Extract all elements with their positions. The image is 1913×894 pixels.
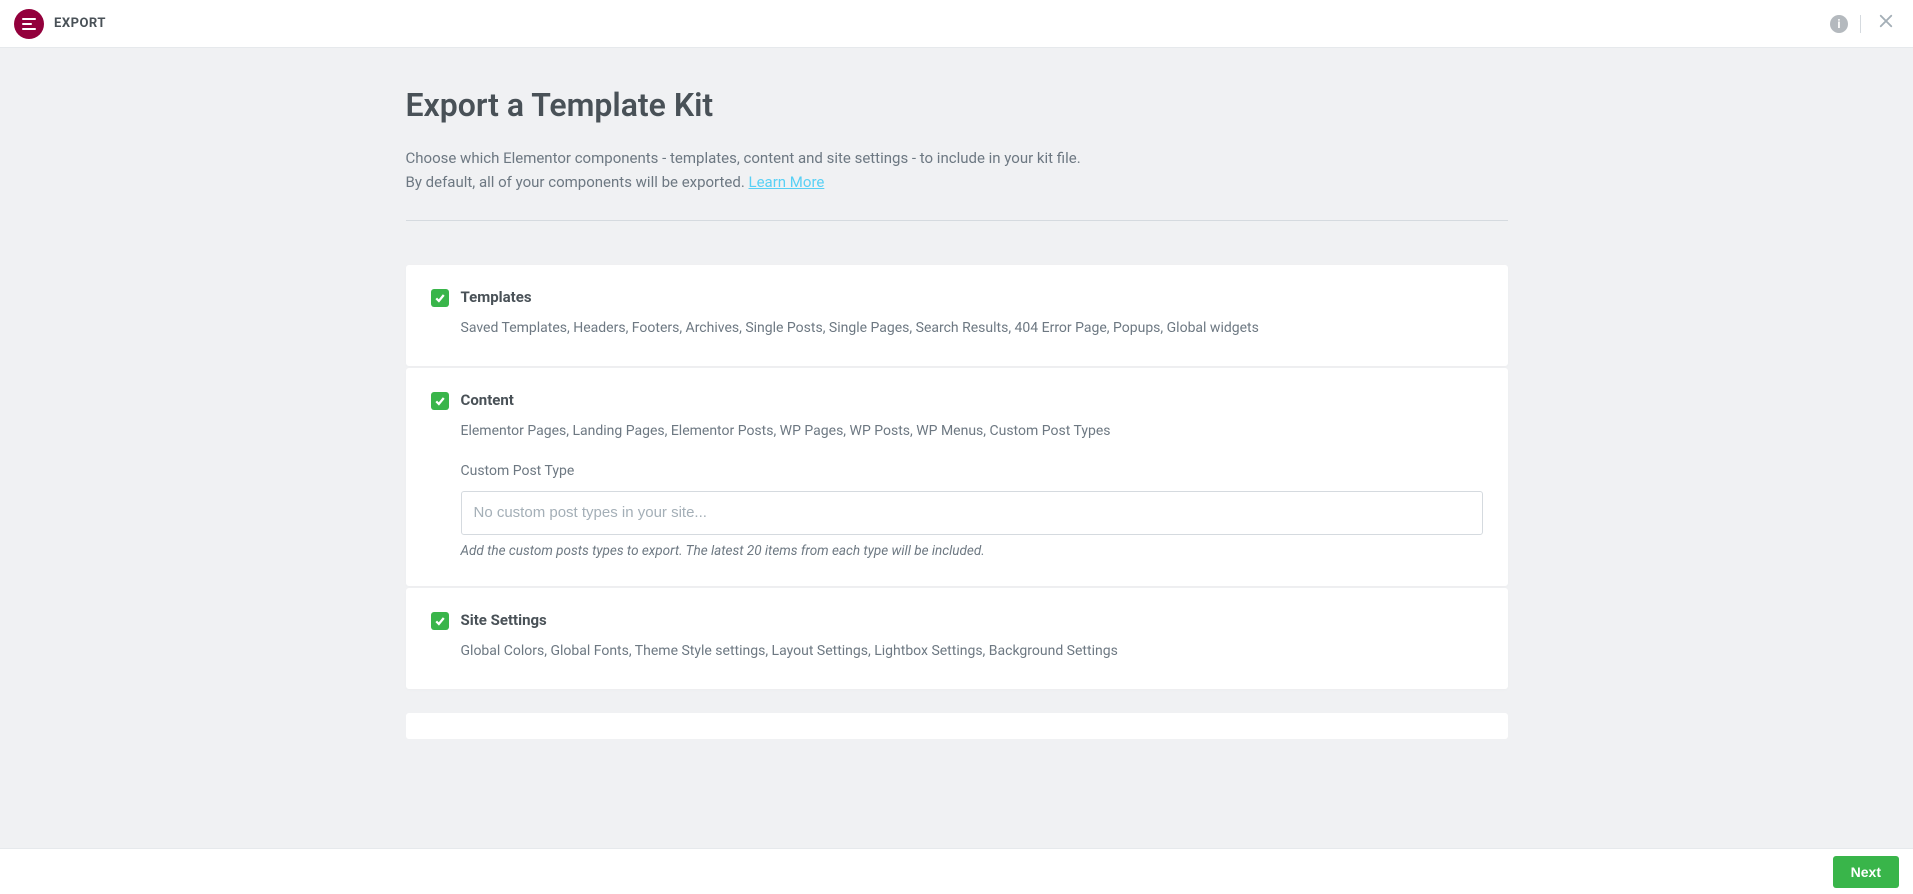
close-icon[interactable] bbox=[1873, 12, 1899, 35]
site-settings-title: Site Settings bbox=[461, 611, 547, 629]
cpt-input[interactable] bbox=[461, 491, 1483, 535]
topbar-divider bbox=[1860, 15, 1861, 33]
next-button[interactable]: Next bbox=[1833, 856, 1899, 888]
site-settings-description: Global Colors, Global Fonts, Theme Style… bbox=[461, 640, 1483, 662]
info-icon[interactable]: i bbox=[1830, 15, 1848, 33]
site-settings-checkbox[interactable] bbox=[431, 612, 449, 630]
topbar: EXPORT i bbox=[0, 0, 1913, 48]
content-description: Elementor Pages, Landing Pages, Elemento… bbox=[461, 420, 1483, 442]
check-icon bbox=[434, 615, 446, 627]
section-site-settings: Site Settings Global Colors, Global Font… bbox=[406, 588, 1508, 689]
templates-description: Saved Templates, Headers, Footers, Archi… bbox=[461, 317, 1483, 339]
footer-bar: Next bbox=[0, 848, 1913, 894]
page-title: Export a Template Kit bbox=[406, 86, 1508, 124]
content-title: Content bbox=[461, 391, 514, 409]
section-site-settings-header: Site Settings bbox=[431, 611, 1483, 630]
check-icon bbox=[434, 395, 446, 407]
main-viewport[interactable]: Export a Template Kit Choose which Eleme… bbox=[0, 48, 1913, 848]
app-label: EXPORT bbox=[54, 16, 106, 31]
app-logo bbox=[14, 9, 44, 39]
next-section-peek bbox=[406, 713, 1508, 739]
page-subtitle-line1: Choose which Elementor components - temp… bbox=[406, 149, 1081, 167]
cpt-label: Custom Post Type bbox=[461, 463, 1483, 479]
cpt-hint: Add the custom posts types to export. Th… bbox=[461, 543, 1483, 559]
header-divider bbox=[406, 220, 1508, 221]
topbar-right: i bbox=[1830, 12, 1899, 35]
page-content: Export a Template Kit Choose which Eleme… bbox=[406, 48, 1508, 779]
logo-glyph bbox=[22, 18, 36, 30]
page-subtitle: Choose which Elementor components - temp… bbox=[406, 146, 1508, 194]
templates-title: Templates bbox=[461, 288, 532, 306]
learn-more-link[interactable]: Learn More bbox=[749, 173, 825, 191]
section-templates: Templates Saved Templates, Headers, Foot… bbox=[406, 265, 1508, 366]
section-content: Content Elementor Pages, Landing Pages, … bbox=[406, 368, 1508, 585]
section-content-header: Content bbox=[431, 391, 1483, 410]
page-subtitle-line2-prefix: By default, all of your components will … bbox=[406, 173, 749, 191]
check-icon bbox=[434, 292, 446, 304]
x-glyph bbox=[1877, 12, 1895, 30]
content-checkbox[interactable] bbox=[431, 392, 449, 410]
section-templates-header: Templates bbox=[431, 288, 1483, 307]
templates-checkbox[interactable] bbox=[431, 289, 449, 307]
